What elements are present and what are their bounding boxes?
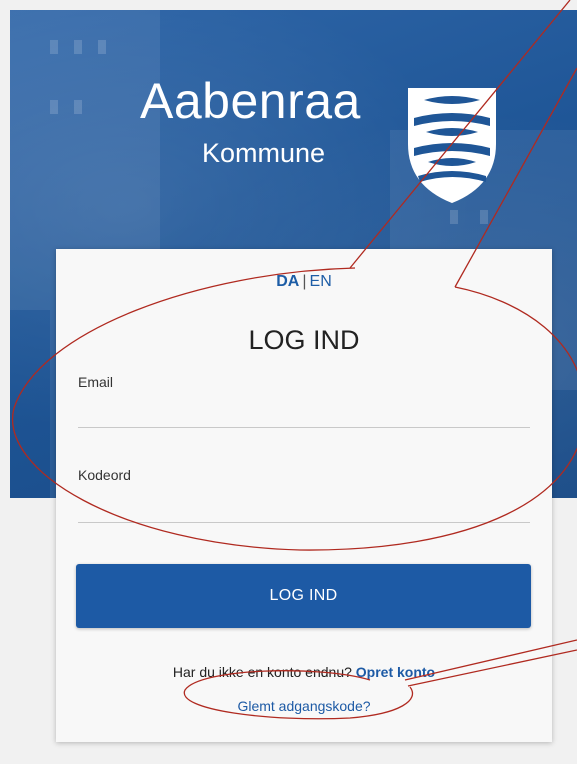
coat-of-arms-icon xyxy=(408,88,496,204)
logo-title: Aabenraa xyxy=(140,73,361,129)
login-button[interactable]: LOG IND xyxy=(76,564,531,628)
signup-prompt: Har du ikke en konto endnu? xyxy=(172,664,352,680)
email-label: Email xyxy=(78,374,114,390)
language-en[interactable]: EN xyxy=(310,273,332,290)
password-label: Kodeord xyxy=(78,467,131,483)
signup-link[interactable]: Opret konto xyxy=(356,664,435,680)
municipality-logo: Aabenraa Kommune xyxy=(130,70,510,210)
logo-subtitle: Kommune xyxy=(202,138,326,168)
language-switch: DA | EN xyxy=(56,273,552,291)
login-title: LOG IND xyxy=(248,325,360,355)
password-field[interactable] xyxy=(78,494,530,523)
language-separator: | xyxy=(302,273,307,290)
language-da[interactable]: DA xyxy=(276,273,299,290)
forgot-password: Glemt adgangskode? xyxy=(56,698,552,714)
login-card: DA | EN LOG IND Email Kodeord LOG IND Har … xyxy=(56,249,552,742)
email-field[interactable] xyxy=(78,399,530,428)
forgot-password-link[interactable]: Glemt adgangskode? xyxy=(237,698,370,714)
signup-line: Har du ikke en konto endnu? Opret konto xyxy=(56,664,552,680)
